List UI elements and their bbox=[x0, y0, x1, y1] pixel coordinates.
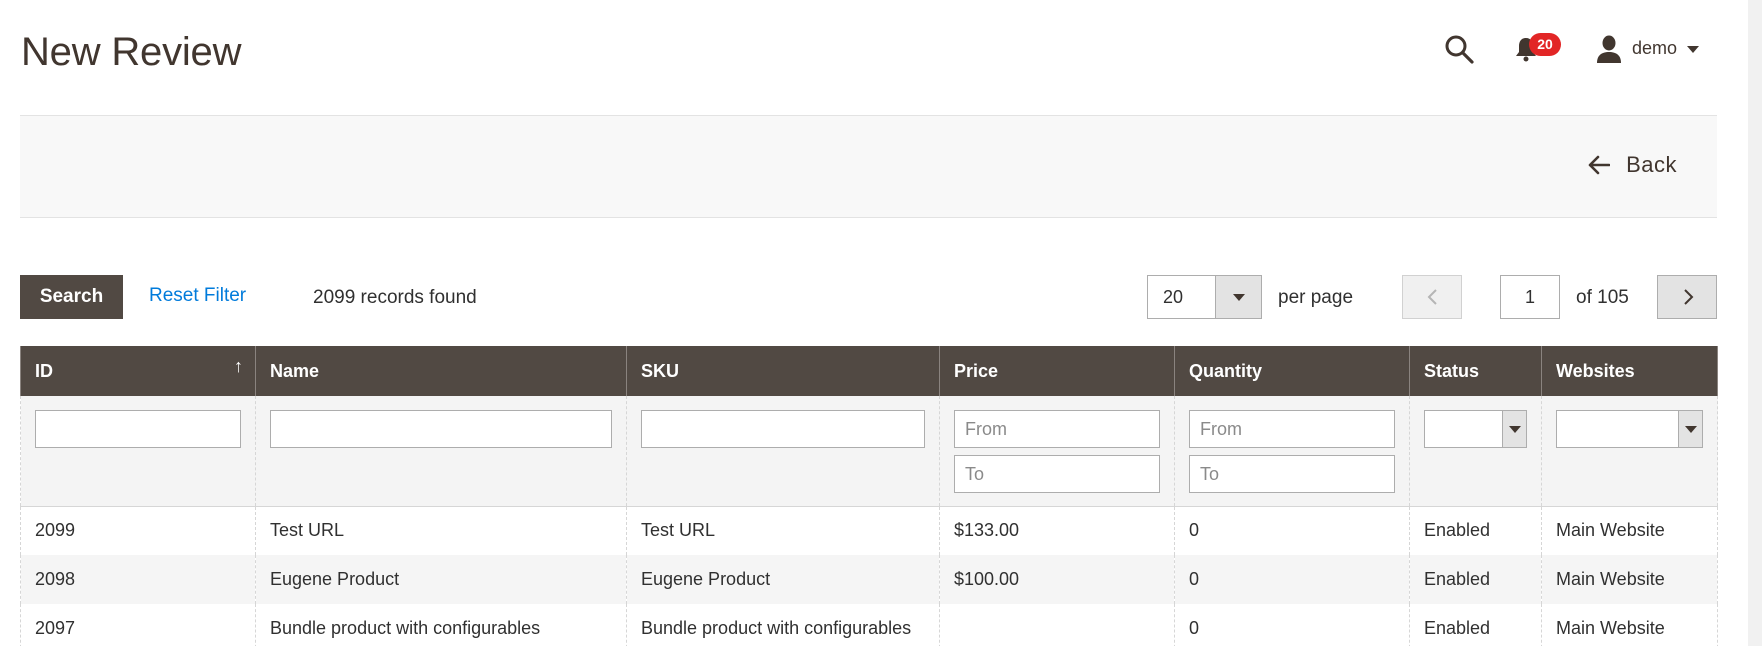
status-filter-select[interactable] bbox=[1424, 410, 1527, 448]
cell-quantity: 0 bbox=[1174, 604, 1410, 646]
price-from-input[interactable] bbox=[954, 410, 1160, 448]
cell-quantity: 0 bbox=[1174, 506, 1410, 555]
cell-sku: Test URL bbox=[626, 506, 940, 555]
cell-status: Enabled bbox=[1409, 506, 1542, 555]
filter-row bbox=[20, 396, 1718, 507]
cell-name: Test URL bbox=[255, 506, 627, 555]
chevron-down-icon[interactable] bbox=[1678, 411, 1702, 447]
cell-websites: Main Website bbox=[1541, 555, 1718, 604]
quantity-to-input[interactable] bbox=[1189, 455, 1395, 493]
column-header-quantity[interactable]: Quantity bbox=[1174, 346, 1410, 396]
table-row[interactable]: 2099 Test URL Test URL $133.00 0 Enabled… bbox=[20, 506, 1718, 555]
arrow-left-icon bbox=[1588, 155, 1611, 175]
column-header-status[interactable]: Status bbox=[1409, 346, 1542, 396]
cell-quantity: 0 bbox=[1174, 555, 1410, 604]
per-page-select[interactable]: 20 bbox=[1147, 275, 1262, 319]
cell-id: 2097 bbox=[20, 604, 256, 646]
table-row[interactable]: 2098 Eugene Product Eugene Product $100.… bbox=[20, 555, 1718, 604]
chevron-left-icon bbox=[1427, 289, 1437, 305]
cell-name: Bundle product with configurables bbox=[255, 604, 627, 646]
chevron-down-icon[interactable] bbox=[1687, 46, 1699, 53]
column-header-sku[interactable]: SKU bbox=[626, 346, 940, 396]
current-page-input[interactable] bbox=[1500, 275, 1560, 319]
column-header-id[interactable]: ID ↑ bbox=[20, 346, 256, 396]
per-page-dropdown-toggle[interactable] bbox=[1215, 276, 1261, 318]
cell-status: Enabled bbox=[1409, 555, 1542, 604]
products-grid: ID ↑ Name SKU Price Quantity Status Webs… bbox=[20, 346, 1718, 646]
cell-sku: Eugene Product bbox=[626, 555, 940, 604]
sku-filter-input[interactable] bbox=[641, 410, 925, 448]
chevron-right-icon bbox=[1684, 289, 1694, 305]
header-actions: 20 demo bbox=[1362, 0, 1762, 100]
cell-sku: Bundle product with configurables bbox=[626, 604, 940, 646]
user-icon[interactable] bbox=[1596, 35, 1622, 63]
page-title: New Review bbox=[21, 30, 242, 74]
filter-cell-name bbox=[255, 396, 627, 507]
per-page-value: 20 bbox=[1163, 287, 1184, 307]
cell-websites: Main Website bbox=[1541, 506, 1718, 555]
cell-status: Enabled bbox=[1409, 604, 1542, 646]
filter-cell-price bbox=[939, 396, 1175, 507]
user-menu[interactable]: demo bbox=[1632, 38, 1677, 59]
filter-cell-sku bbox=[626, 396, 940, 507]
total-pages: of 105 bbox=[1576, 287, 1629, 308]
chevron-down-icon[interactable] bbox=[1502, 411, 1526, 447]
filter-cell-websites bbox=[1541, 396, 1718, 507]
search-icon[interactable] bbox=[1444, 34, 1474, 64]
header-row: ID ↑ Name SKU Price Quantity Status Webs… bbox=[20, 346, 1718, 396]
filter-cell-id bbox=[20, 396, 256, 507]
filter-cell-status bbox=[1409, 396, 1542, 507]
cell-id: 2099 bbox=[20, 506, 256, 555]
reset-filter-link[interactable]: Reset Filter bbox=[149, 285, 246, 307]
search-button[interactable]: Search bbox=[20, 275, 123, 319]
vertical-scrollbar[interactable] bbox=[1748, 0, 1762, 646]
quantity-from-input[interactable] bbox=[1189, 410, 1395, 448]
column-header-price[interactable]: Price bbox=[939, 346, 1175, 396]
websites-filter-select[interactable] bbox=[1556, 410, 1703, 448]
column-label-id: ID bbox=[35, 360, 53, 381]
cell-price bbox=[939, 604, 1175, 646]
filter-cell-quantity bbox=[1174, 396, 1410, 507]
cell-id: 2098 bbox=[20, 555, 256, 604]
notifications-badge[interactable]: 20 bbox=[1529, 33, 1561, 56]
id-filter-input[interactable] bbox=[35, 410, 241, 448]
column-header-websites[interactable]: Websites bbox=[1541, 346, 1718, 396]
cell-price: $133.00 bbox=[939, 506, 1175, 555]
cell-websites: Main Website bbox=[1541, 604, 1718, 646]
next-page-button[interactable] bbox=[1657, 275, 1717, 319]
table-row[interactable]: 2097 Bundle product with configurables B… bbox=[20, 604, 1718, 646]
back-button[interactable]: Back bbox=[1588, 152, 1677, 178]
price-to-input[interactable] bbox=[954, 455, 1160, 493]
sort-ascending-icon: ↑ bbox=[234, 356, 243, 376]
name-filter-input[interactable] bbox=[270, 410, 612, 448]
records-count: 2099 records found bbox=[313, 287, 477, 308]
cell-price: $100.00 bbox=[939, 555, 1175, 604]
page-actions-bar: Back bbox=[20, 115, 1717, 218]
column-header-name[interactable]: Name bbox=[255, 346, 627, 396]
cell-name: Eugene Product bbox=[255, 555, 627, 604]
back-button-label: Back bbox=[1626, 152, 1677, 177]
per-page-label: per page bbox=[1278, 287, 1354, 308]
previous-page-button[interactable] bbox=[1402, 275, 1462, 319]
